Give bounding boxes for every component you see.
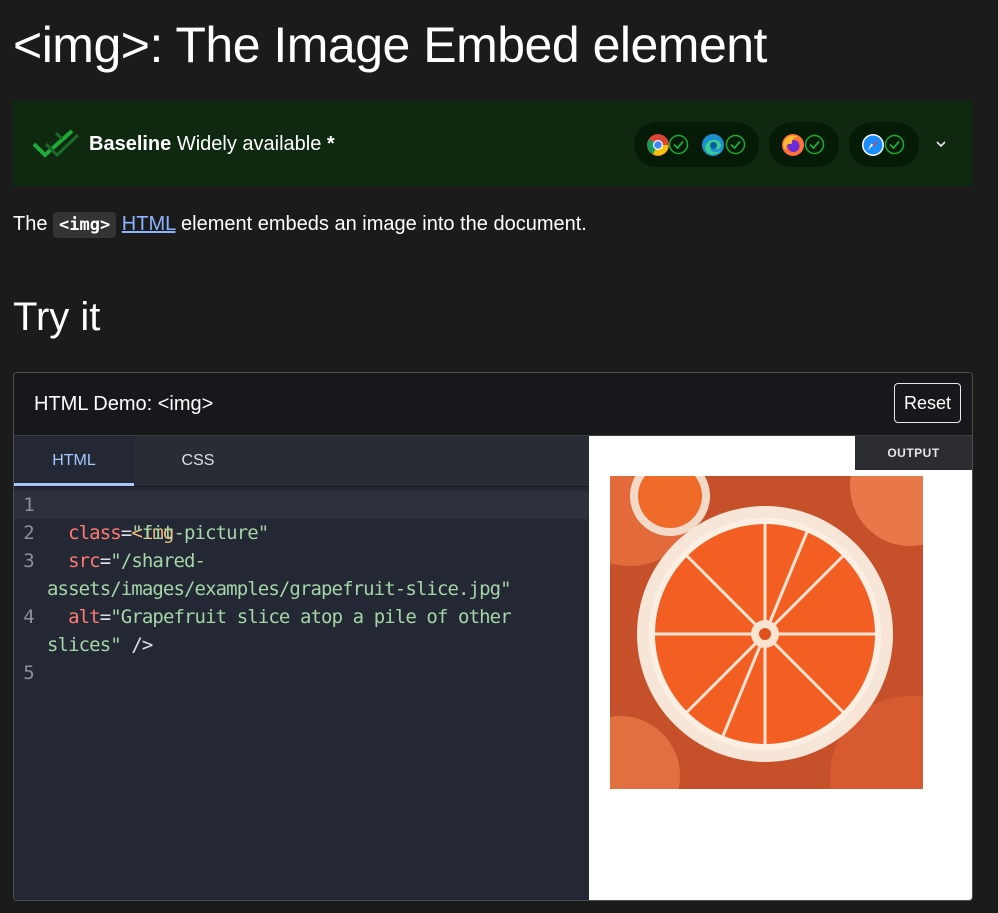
chevron-down-icon[interactable] <box>931 134 951 154</box>
code-token-string: "Grapefruit slice atop a pile of other <box>110 606 511 628</box>
chrome-icon <box>647 134 669 156</box>
intro-lead: The <box>13 213 48 235</box>
code-line-wrap: assets/images/examples/grapefruit-slice.… <box>47 575 512 603</box>
supported-check-icon <box>804 134 825 155</box>
intro-paragraph: The <img> HTML element embeds an image i… <box>13 210 587 239</box>
code-line: src="/shared- <box>47 547 206 575</box>
code-line: class="fit-picture" <box>47 519 269 547</box>
code-token-string: slices" <box>47 634 122 656</box>
grapefruit-slice-picture <box>610 476 923 789</box>
html-link[interactable]: HTML <box>122 213 176 235</box>
supported-check-icon <box>725 134 746 155</box>
supported-check-icon <box>668 134 689 155</box>
code-token-string: "/shared- <box>110 550 206 572</box>
reset-button[interactable]: Reset <box>894 383 961 423</box>
intro-code: <img> <box>53 212 117 238</box>
tab-html[interactable]: HTML <box>14 436 134 486</box>
code-content[interactable]: 1 2 3 4 5 <img class="fit-picture" src="… <box>14 491 589 891</box>
output-label: OUTPUT <box>855 436 972 470</box>
page-title: <img>: The Image Embed element <box>13 17 767 73</box>
code-token-eq: = <box>99 606 111 628</box>
section-heading-try-it: Try it <box>13 295 101 339</box>
baseline-asterisk: * <box>326 133 335 155</box>
baseline-banner[interactable]: Baseline Widely available * <box>13 101 973 186</box>
code-token-attr: alt <box>68 606 101 628</box>
browser-support-chrome-edge[interactable] <box>634 122 759 167</box>
interactive-example: HTML Demo: <img> Reset HTML CSS 1 2 3 4 … <box>13 372 973 901</box>
line-number: 4 <box>23 606 35 628</box>
baseline-check-icon <box>32 129 80 158</box>
browser-support-safari[interactable] <box>849 122 919 167</box>
output-pane: OUTPUT <box>589 436 972 900</box>
intro-rest: element embeds an image into the documen… <box>181 213 587 235</box>
browser-support-firefox[interactable] <box>769 122 839 167</box>
code-line-wrap: slices" /> <box>47 631 153 659</box>
code-line: alt="Grapefruit slice atop a pile of oth… <box>47 603 512 631</box>
line-number: 5 <box>23 662 35 684</box>
demo-header: HTML Demo: <img> Reset <box>14 373 972 436</box>
code-token-string: "fit-picture" <box>131 522 269 544</box>
line-number: 1 <box>23 494 35 516</box>
baseline-status-text: Widely available <box>176 133 322 155</box>
code-token-eq: = <box>120 522 132 544</box>
code-token-attr: src <box>68 550 101 572</box>
safari-icon <box>862 134 884 156</box>
code-token-string: assets/images/examples/grapefruit-slice.… <box>47 578 512 600</box>
demo-title: HTML Demo: <img> <box>34 393 214 415</box>
editor-tab-bar: HTML CSS <box>14 436 589 487</box>
supported-check-icon <box>884 134 905 155</box>
code-editor[interactable]: HTML CSS 1 2 3 4 5 <img class="fit-pictu… <box>14 436 589 900</box>
line-number: 2 <box>23 522 35 544</box>
line-number: 3 <box>23 550 35 572</box>
baseline-label: Baseline <box>89 133 172 155</box>
code-token-close: /> <box>120 634 153 656</box>
code-token-attr: class <box>68 522 122 544</box>
firefox-icon <box>782 134 804 156</box>
tab-css[interactable]: CSS <box>138 436 258 486</box>
edge-icon <box>702 134 724 156</box>
code-token-eq: = <box>99 550 111 572</box>
grapefruit-image <box>610 476 923 789</box>
baseline-status: Baseline Widely available * <box>89 132 335 156</box>
